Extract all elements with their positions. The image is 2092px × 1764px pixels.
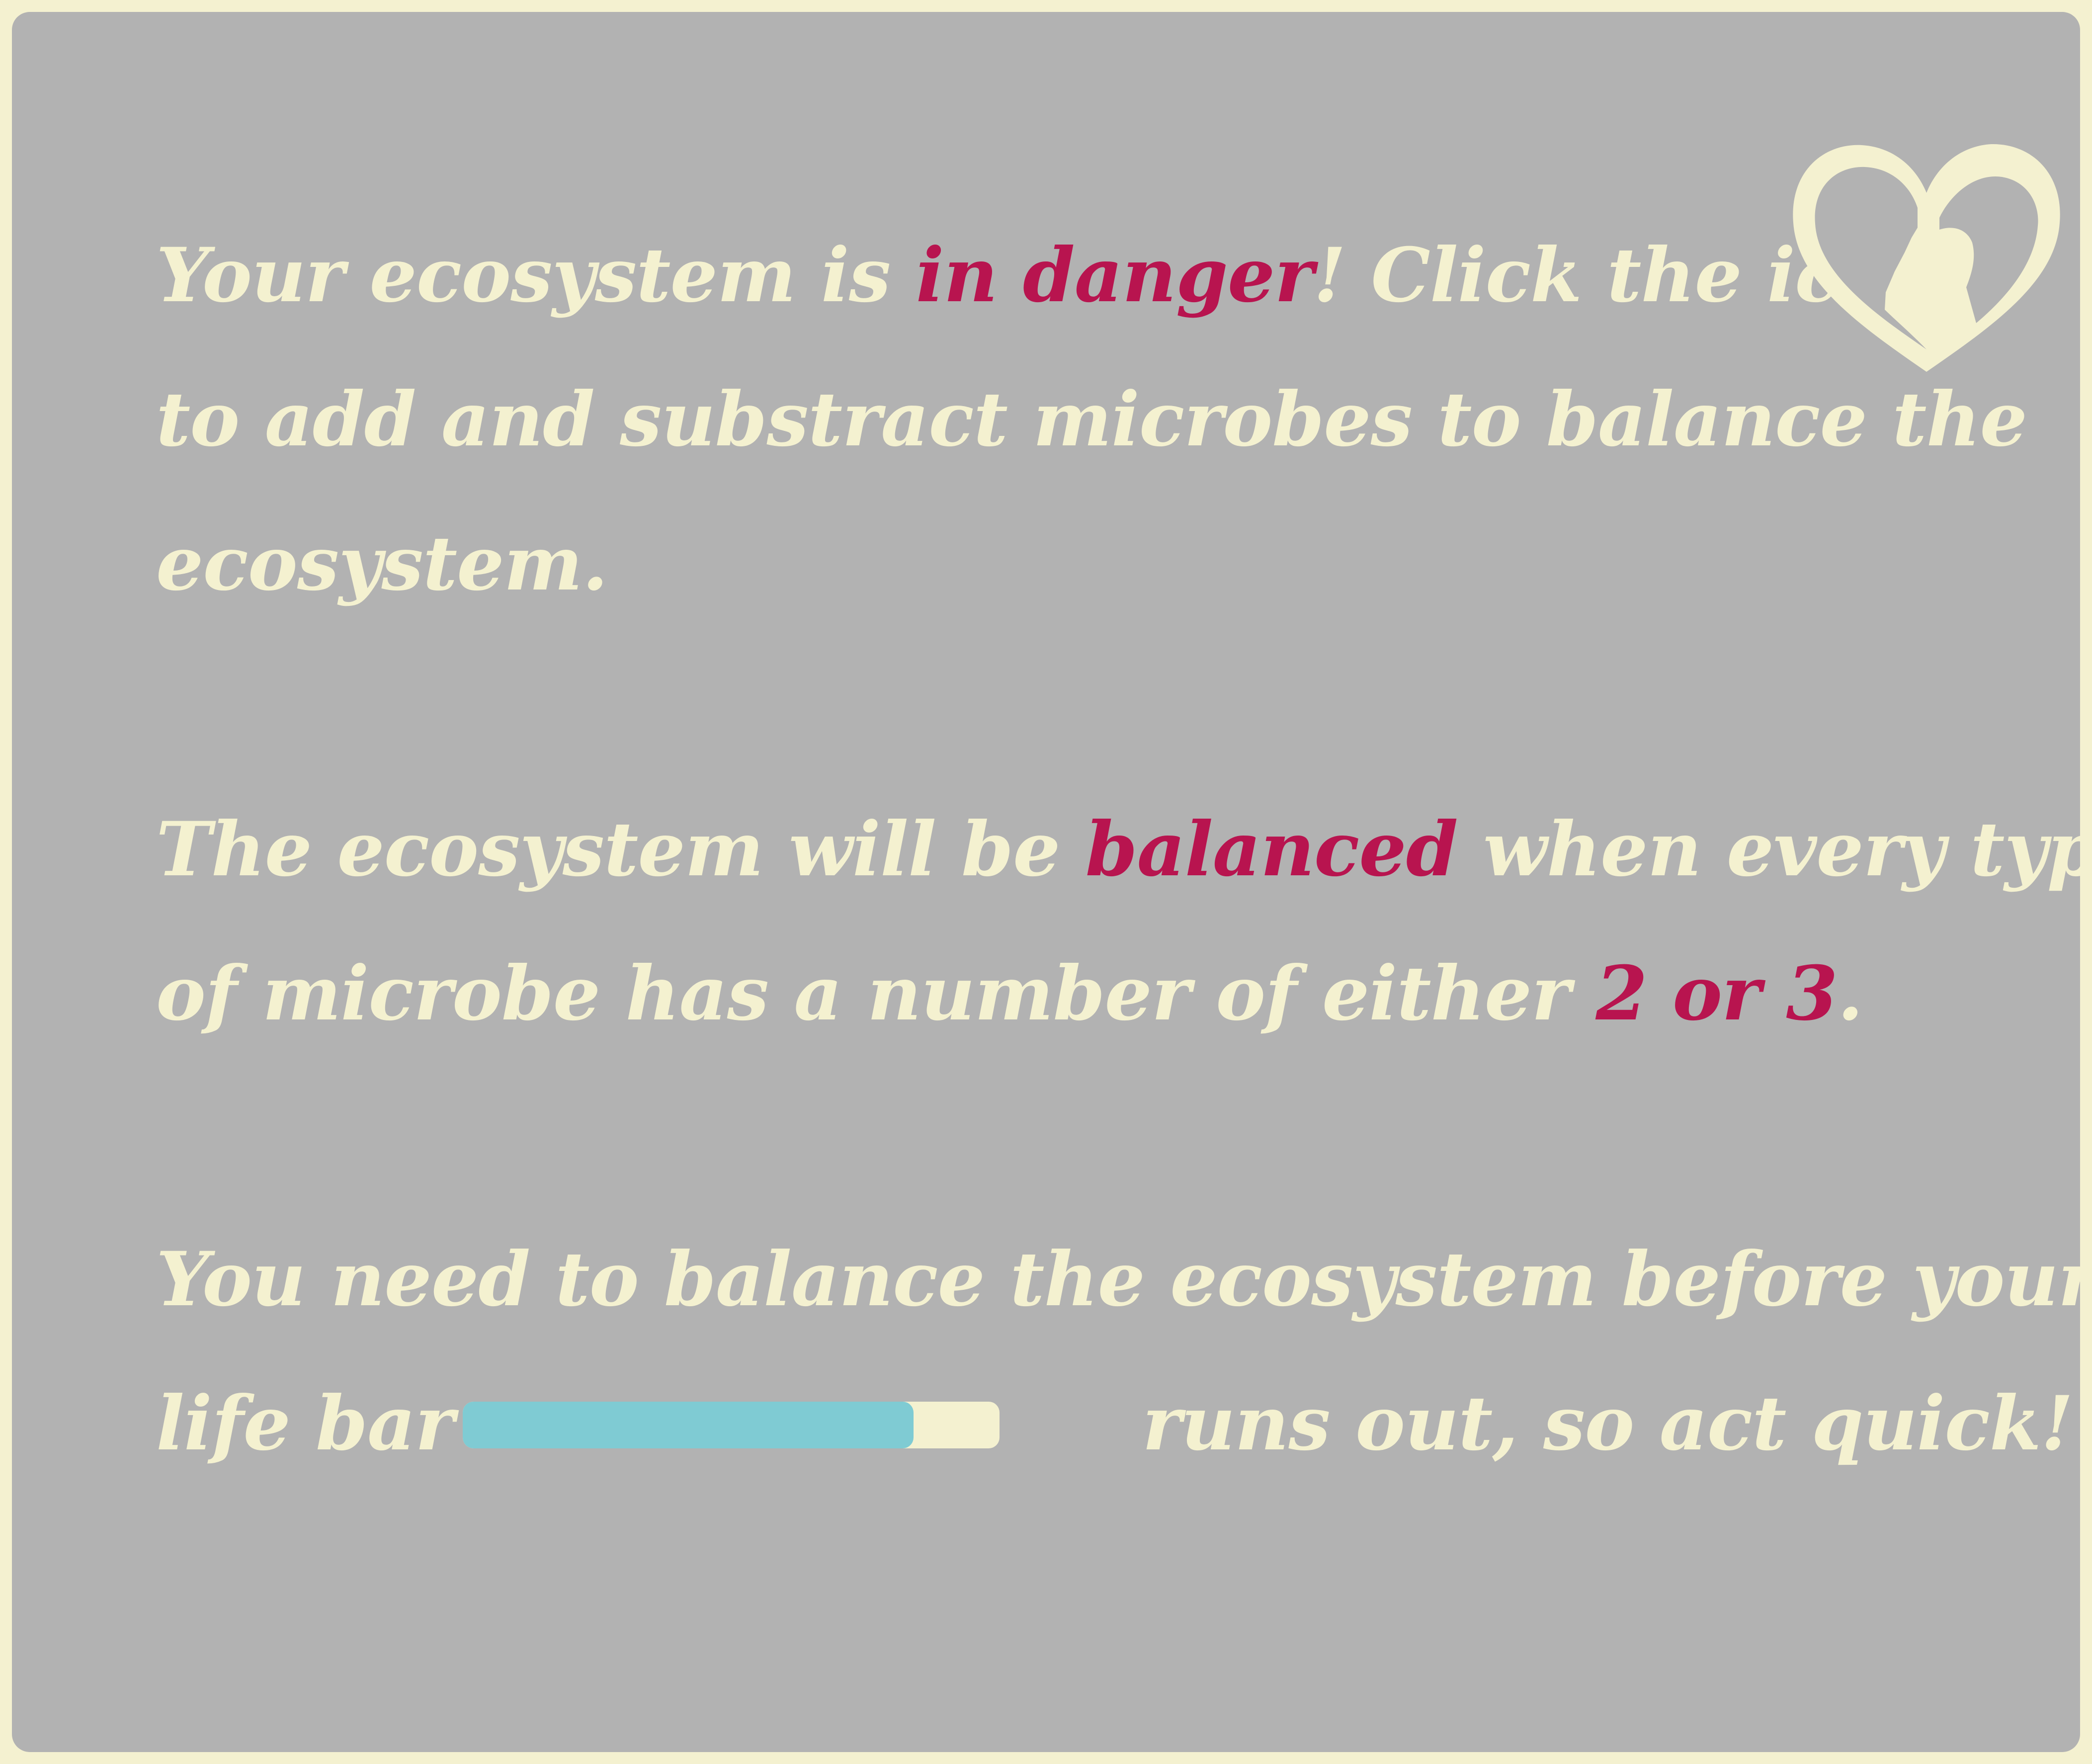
- rule-text: The ecosystem will be: [156, 806, 1086, 893]
- intro-line-2: to add and substract microbes to balance…: [156, 376, 2027, 463]
- intro-paragraph: Your ecosystem is in danger! Click the i…: [156, 203, 2027, 636]
- rule-text: of microbe has a number of either: [156, 950, 1596, 1037]
- intro-line-3: ecosystem.: [156, 520, 608, 607]
- time-line-2: life bar runs out, so act quick!: [156, 1351, 2092, 1496]
- time-text: runs out, so act quick!: [1142, 1380, 2073, 1467]
- rule-text: when every type: [1457, 806, 2092, 893]
- life-bar-label: life bar: [156, 1380, 454, 1467]
- heart-silhouette-icon: [1793, 144, 2060, 372]
- balance-rule-paragraph: The ecosystem will be balanced when ever…: [156, 777, 2092, 1066]
- instructions-panel: Your ecosystem is in danger! Click the i…: [12, 12, 2092, 1752]
- life-bar-fill: [463, 1402, 914, 1448]
- intro-text: Your ecosystem is: [156, 232, 916, 319]
- rule-line-2: of microbe has a number of either 2 or 3…: [156, 922, 2092, 1066]
- intro-line-1: Your ecosystem is in danger! Click the i…: [156, 203, 2027, 347]
- time-limit-paragraph: You need to balance the ecosystem before…: [156, 1207, 2092, 1496]
- rule-text: .: [1837, 950, 1863, 1037]
- target-count-highlight: 2 or 3: [1595, 950, 1838, 1037]
- rule-line-1: The ecosystem will be balanced when ever…: [156, 777, 2092, 922]
- balanced-highlight: balanced: [1085, 806, 1458, 893]
- danger-highlight: in danger: [916, 232, 1314, 319]
- time-line-1: You need to balance the ecosystem before…: [156, 1236, 2092, 1323]
- life-bar: [463, 1402, 1000, 1448]
